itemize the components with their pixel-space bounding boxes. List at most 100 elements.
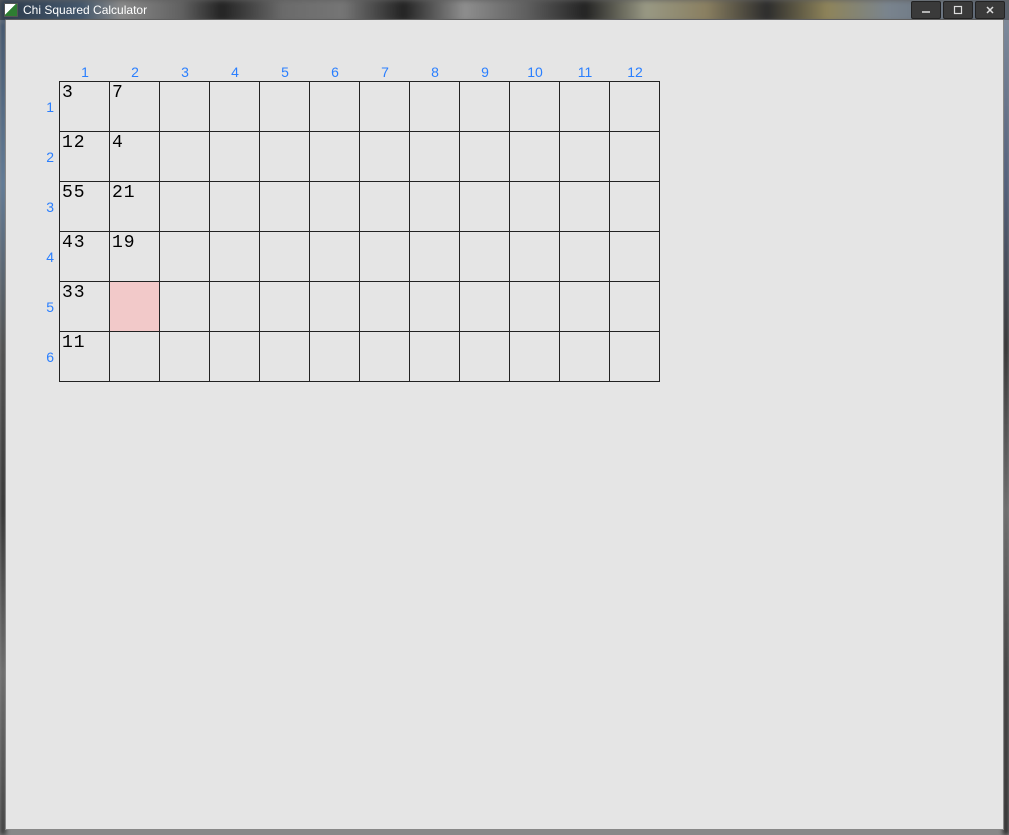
window-title: Chi Squared Calculator	[23, 3, 147, 17]
cell-r3c8[interactable]	[409, 181, 460, 232]
cell-r1c5[interactable]	[259, 81, 310, 132]
col-header-7[interactable]: 7	[360, 62, 410, 82]
row-header-4[interactable]: 4	[34, 232, 60, 282]
cell-r4c4[interactable]	[209, 231, 260, 282]
cell-r6c8[interactable]	[409, 331, 460, 382]
cell-r5c7[interactable]	[359, 281, 410, 332]
row-header-5[interactable]: 5	[34, 282, 60, 332]
cell-r6c4[interactable]	[209, 331, 260, 382]
col-header-5[interactable]: 5	[260, 62, 310, 82]
cell-r6c10[interactable]	[509, 331, 560, 382]
cell-r2c7[interactable]	[359, 131, 410, 182]
cell-r1c8[interactable]	[409, 81, 460, 132]
cell-r3c6[interactable]	[309, 181, 360, 232]
col-header-11[interactable]: 11	[560, 62, 610, 82]
cell-r1c7[interactable]	[359, 81, 410, 132]
cell-r2c6[interactable]	[309, 131, 360, 182]
cell-r4c1[interactable]: 43	[59, 231, 110, 282]
column-headers: 1 2 3 4 5 6 7 8 9 10 11 12	[60, 62, 660, 82]
col-header-6[interactable]: 6	[310, 62, 360, 82]
cell-r4c3[interactable]	[159, 231, 210, 282]
cell-r2c12[interactable]	[609, 131, 660, 182]
col-header-9[interactable]: 9	[460, 62, 510, 82]
cell-r4c9[interactable]	[459, 231, 510, 282]
cell-r6c1[interactable]: 11	[59, 331, 110, 382]
maximize-button[interactable]	[943, 1, 973, 19]
cell-r5c5[interactable]	[259, 281, 310, 332]
cell-r5c1[interactable]: 33	[59, 281, 110, 332]
cell-r3c5[interactable]	[259, 181, 310, 232]
cell-r3c2[interactable]: 21	[109, 181, 160, 232]
cell-r4c6[interactable]	[309, 231, 360, 282]
row-header-6[interactable]: 6	[34, 332, 60, 382]
cell-r2c9[interactable]	[459, 131, 510, 182]
cell-r2c8[interactable]	[409, 131, 460, 182]
cell-r6c3[interactable]	[159, 331, 210, 382]
cell-r5c11[interactable]	[559, 281, 610, 332]
cell-r6c2[interactable]	[109, 331, 160, 382]
cell-r2c5[interactable]	[259, 131, 310, 182]
cell-r2c3[interactable]	[159, 131, 210, 182]
cell-r5c8[interactable]	[409, 281, 460, 332]
cell-r4c11[interactable]	[559, 231, 610, 282]
row-header-3[interactable]: 3	[34, 182, 60, 232]
cell-r5c12[interactable]	[609, 281, 660, 332]
cell-r5c9[interactable]	[459, 281, 510, 332]
cell-r5c10[interactable]	[509, 281, 560, 332]
col-header-4[interactable]: 4	[210, 62, 260, 82]
cell-r1c3[interactable]	[159, 81, 210, 132]
cell-r6c11[interactable]	[559, 331, 610, 382]
cell-r1c9[interactable]	[459, 81, 510, 132]
cell-r2c10[interactable]	[509, 131, 560, 182]
cell-r6c9[interactable]	[459, 331, 510, 382]
cell-r3c7[interactable]	[359, 181, 410, 232]
titlebar[interactable]: Chi Squared Calculator	[0, 0, 1009, 20]
cell-r4c2[interactable]: 19	[109, 231, 160, 282]
col-header-8[interactable]: 8	[410, 62, 460, 82]
cell-r3c4[interactable]	[209, 181, 260, 232]
cell-r4c7[interactable]	[359, 231, 410, 282]
cell-r3c10[interactable]	[509, 181, 560, 232]
cell-r5c3[interactable]	[159, 281, 210, 332]
row-header-1[interactable]: 1	[34, 82, 60, 132]
cell-r4c12[interactable]	[609, 231, 660, 282]
minimize-button[interactable]	[911, 1, 941, 19]
col-header-10[interactable]: 10	[510, 62, 560, 82]
col-header-12[interactable]: 12	[610, 62, 660, 82]
row-headers: 1 2 3 4 5 6	[34, 82, 60, 382]
cell-r2c11[interactable]	[559, 131, 610, 182]
cell-r6c12[interactable]	[609, 331, 660, 382]
cell-r4c5[interactable]	[259, 231, 310, 282]
cell-r3c3[interactable]	[159, 181, 210, 232]
cell-r6c7[interactable]	[359, 331, 410, 382]
cell-r3c12[interactable]	[609, 181, 660, 232]
cell-r4c10[interactable]	[509, 231, 560, 282]
cell-r1c6[interactable]	[309, 81, 360, 132]
col-header-1[interactable]: 1	[60, 62, 110, 82]
cell-r2c4[interactable]	[209, 131, 260, 182]
cell-r3c1[interactable]: 55	[59, 181, 110, 232]
cell-r1c10[interactable]	[509, 81, 560, 132]
cell-r1c4[interactable]	[209, 81, 260, 132]
cell-r1c1[interactable]: 3	[59, 81, 110, 132]
row-header-2[interactable]: 2	[34, 132, 60, 182]
col-header-2[interactable]: 2	[110, 62, 160, 82]
cell-r2c2[interactable]: 4	[109, 131, 160, 182]
spreadsheet-grid: 1 2 3 4 5 6 7 8 9 10 11 12 1 2 3 4 5 6 3…	[34, 62, 660, 382]
col-header-3[interactable]: 3	[160, 62, 210, 82]
cell-r2c1[interactable]: 12	[59, 131, 110, 182]
cell-r6c5[interactable]	[259, 331, 310, 382]
close-button[interactable]	[975, 1, 1005, 19]
cell-r5c2[interactable]	[109, 281, 160, 332]
cell-r5c4[interactable]	[209, 281, 260, 332]
cell-r5c6[interactable]	[309, 281, 360, 332]
cell-r1c2[interactable]: 7	[109, 81, 160, 132]
cell-r3c11[interactable]	[559, 181, 610, 232]
cell-r1c12[interactable]	[609, 81, 660, 132]
cell-r1c11[interactable]	[559, 81, 610, 132]
cell-r6c6[interactable]	[309, 331, 360, 382]
cells: 37124552143193311	[60, 82, 660, 382]
cell-r3c9[interactable]	[459, 181, 510, 232]
cell-r4c8[interactable]	[409, 231, 460, 282]
client-area: 1 2 3 4 5 6 7 8 9 10 11 12 1 2 3 4 5 6 3…	[5, 19, 1004, 830]
